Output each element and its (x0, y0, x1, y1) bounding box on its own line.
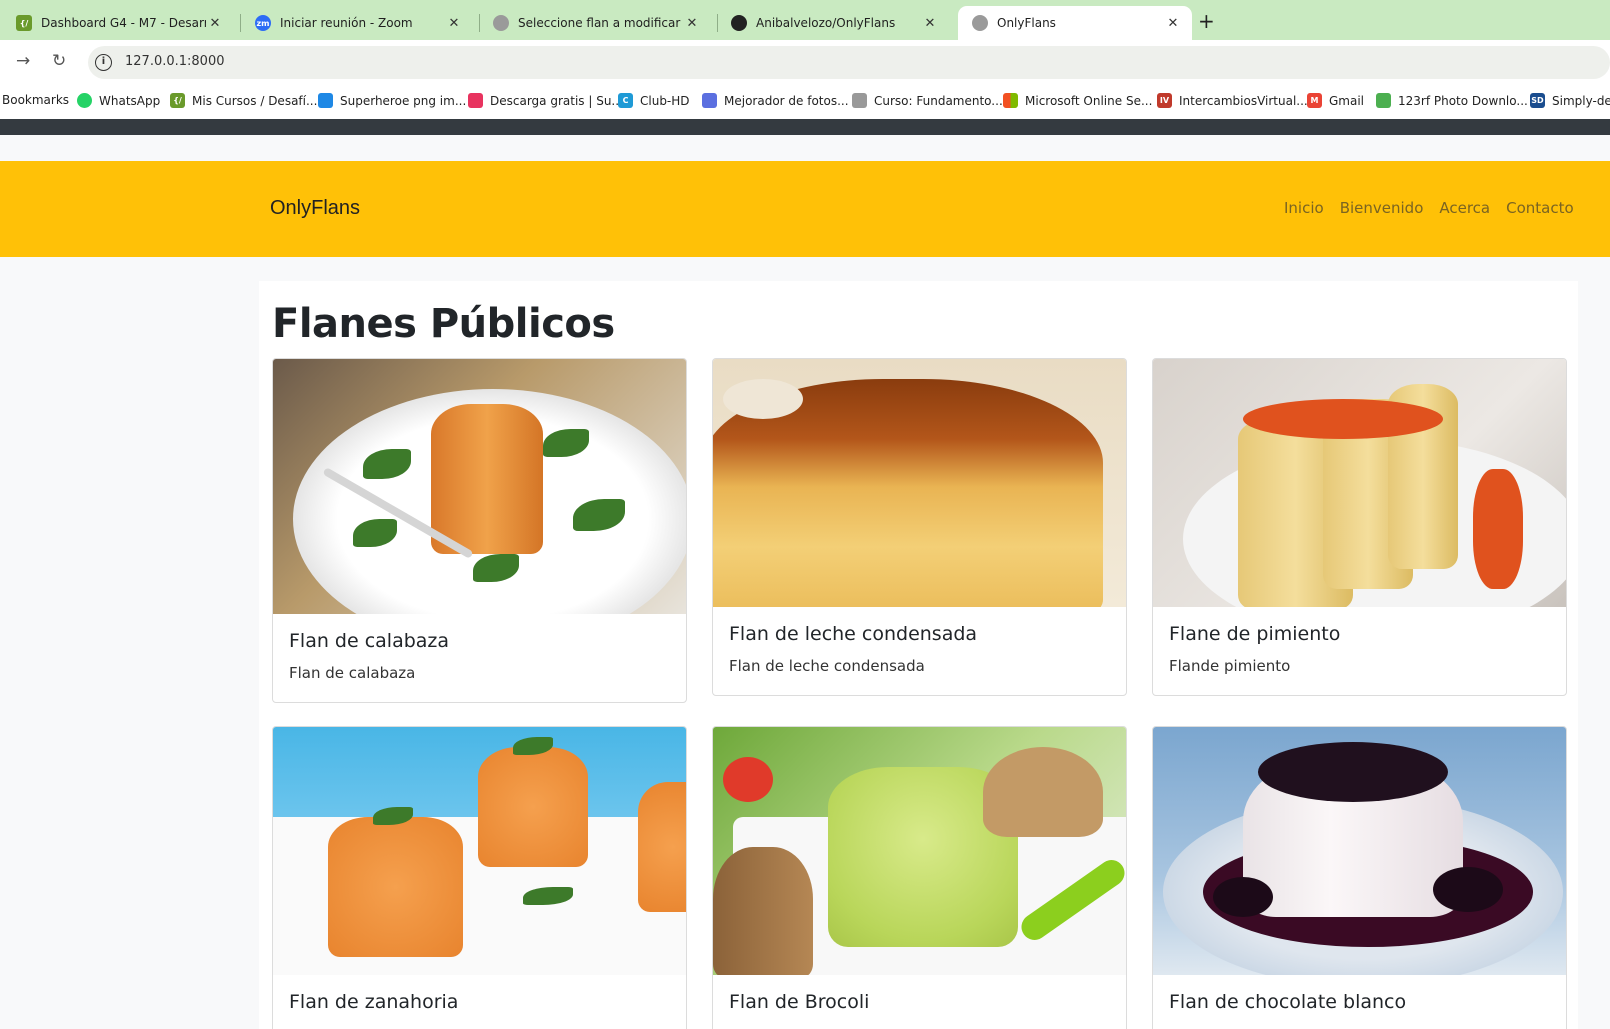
bookmark-label: Club-HD (640, 93, 690, 108)
123rf-icon (1376, 93, 1391, 108)
bookmark-cursos[interactable]: {/ Mis Cursos / Desafí... (170, 93, 317, 108)
card-title: Flan de leche condensada (729, 623, 978, 645)
bookmark-whatsapp[interactable]: WhatsApp (77, 93, 160, 108)
bookmark-label: 123rf Photo Downlo... (1398, 93, 1528, 108)
globe-icon (972, 15, 988, 31)
bookmark-curso[interactable]: Curso: Fundamento... (852, 93, 1003, 108)
bookmark-label: Simply-deb (1552, 93, 1610, 108)
flan-card[interactable]: Flan de Brocoli (712, 726, 1127, 1029)
tab-title: Dashboard G4 - M7 - Desarrollo (41, 16, 206, 30)
tab-title: OnlyFlans (997, 16, 1056, 30)
bootcamp-icon: {/ (16, 15, 32, 31)
bookmark-gmail[interactable]: M Gmail (1307, 93, 1364, 108)
course-icon (852, 93, 867, 108)
zoom-icon: zm (255, 15, 271, 31)
clubhd-icon: C (618, 93, 633, 108)
flan-image-pimiento (1153, 359, 1566, 607)
bookmark-clubhd[interactable]: C Club-HD (618, 93, 690, 108)
card-text: Flan de leche condensada (729, 657, 925, 675)
card-title: Flan de zanahoria (289, 991, 459, 1013)
bookmark-label: Mejorador de fotos... (724, 93, 849, 108)
forward-icon[interactable]: → (16, 51, 30, 71)
bookmarks-bar: Bookmarks WhatsApp {/ Mis Cursos / Desaf… (0, 85, 1610, 119)
new-tab-icon[interactable]: + (1198, 9, 1215, 33)
flan-image-brocoli (713, 727, 1126, 975)
bookmark-label: IntercambiosVirtual... (1179, 93, 1308, 108)
flan-image-calabaza (273, 359, 686, 614)
bookmark-123rf[interactable]: 123rf Photo Downlo... (1376, 93, 1528, 108)
flan-card[interactable]: Flan de chocolate blanco (1152, 726, 1567, 1029)
card-text: Flande pimiento (1169, 657, 1291, 675)
reload-icon[interactable]: ↻ (52, 51, 66, 71)
bookmark-mejorador[interactable]: Mejorador de fotos... (702, 93, 849, 108)
flan-card[interactable]: Flan de leche condensada Flan de leche c… (712, 358, 1127, 696)
bookmark-simply[interactable]: SD Simply-deb (1530, 93, 1610, 108)
page-title: Flanes Públicos (272, 301, 615, 347)
gmail-icon: M (1307, 93, 1322, 108)
flan-card[interactable]: Flan de zanahoria (272, 726, 687, 1029)
flan-card[interactable]: Flan de calabaza Flan de calabaza (272, 358, 687, 703)
tab-title: Seleccione flan a modificar | Sitio (518, 16, 683, 30)
url-text[interactable]: 127.0.0.1:8000 (125, 54, 225, 69)
bookmark-superheroe[interactable]: Superheroe png im... (318, 93, 466, 108)
tab-github[interactable]: Anibalvelozo/OnlyFlans ✕ (717, 6, 949, 40)
nav-link-bienvenido[interactable]: Bienvenido (1340, 199, 1424, 217)
flan-image-chocolate-blanco (1153, 727, 1566, 975)
tab-dashboard[interactable]: {/ Dashboard G4 - M7 - Desarrollo ✕ (2, 6, 234, 40)
bookmark-label: Mis Cursos / Desafí... (192, 93, 318, 108)
url-omnibox[interactable]: i 127.0.0.1:8000 (88, 46, 1610, 79)
card-title: Flane de pimiento (1169, 623, 1341, 645)
bookmark-intercambios[interactable]: IV IntercambiosVirtual... (1157, 93, 1308, 108)
superhero-icon (318, 93, 333, 108)
nav-link-inicio[interactable]: Inicio (1284, 199, 1324, 217)
tab-onlyflans[interactable]: OnlyFlans ✕ (958, 6, 1192, 40)
close-icon[interactable]: ✕ (206, 16, 224, 31)
address-bar: → ↻ i 127.0.0.1:8000 (0, 40, 1610, 85)
tab-zoom[interactable]: zm Iniciar reunión - Zoom ✕ (241, 6, 473, 40)
whatsapp-icon (77, 93, 92, 108)
bookmark-label: Gmail (1329, 93, 1365, 108)
bookmarks-folder[interactable]: Bookmarks (2, 93, 69, 107)
bookmark-label: WhatsApp (99, 93, 161, 108)
bookmark-microsoft[interactable]: Microsoft Online Se... (1003, 93, 1152, 108)
flan-card[interactable]: Flane de pimiento Flande pimiento (1152, 358, 1567, 696)
github-icon (731, 15, 747, 31)
photo-icon (702, 93, 717, 108)
card-title: Flan de Brocoli (729, 991, 870, 1013)
bookmark-label: Superheroe png im... (340, 93, 467, 108)
navbar-brand[interactable]: OnlyFlans (270, 197, 360, 220)
bookmark-label: Descarga gratis | Su... (490, 93, 623, 108)
browser-tab-strip: {/ Dashboard G4 - M7 - Desarrollo ✕ zm I… (0, 0, 1610, 40)
freepik-icon (468, 93, 483, 108)
card-title: Flan de calabaza (289, 630, 450, 652)
bookmark-label: Microsoft Online Se... (1025, 93, 1153, 108)
navbar-links: Inicio Bienvenido Acerca Contacto (1284, 199, 1574, 217)
tab-admin[interactable]: Seleccione flan a modificar | Sitio ✕ (479, 6, 711, 40)
bookmark-label: Curso: Fundamento... (874, 93, 1003, 108)
main-content: Flanes Públicos Flan de calabaza Flan de… (259, 281, 1578, 1029)
iv-icon: IV (1157, 93, 1172, 108)
sd-icon: SD (1530, 93, 1545, 108)
site-info-icon[interactable]: i (95, 54, 112, 71)
flan-image-leche-condensada (713, 359, 1126, 607)
close-icon[interactable]: ✕ (683, 16, 701, 31)
nav-link-contacto[interactable]: Contacto (1506, 199, 1574, 217)
top-dark-bar (0, 119, 1610, 135)
card-text: Flan de calabaza (289, 664, 416, 682)
bookmark-label: Bookmarks (2, 93, 70, 107)
nav-link-acerca[interactable]: Acerca (1439, 199, 1490, 217)
tab-title: Anibalvelozo/OnlyFlans (756, 16, 896, 30)
card-title: Flan de chocolate blanco (1169, 991, 1407, 1013)
tab-title: Iniciar reunión - Zoom (280, 16, 413, 30)
bookmark-descarga[interactable]: Descarga gratis | Su... (468, 93, 623, 108)
close-icon[interactable]: ✕ (445, 16, 463, 31)
microsoft-icon (1003, 93, 1018, 108)
close-icon[interactable]: ✕ (921, 16, 939, 31)
globe-icon (493, 15, 509, 31)
bootcamp-icon: {/ (170, 93, 185, 108)
close-icon[interactable]: ✕ (1164, 16, 1182, 31)
site-navbar: OnlyFlans Inicio Bienvenido Acerca Conta… (0, 161, 1610, 257)
flan-image-zanahoria (273, 727, 686, 975)
